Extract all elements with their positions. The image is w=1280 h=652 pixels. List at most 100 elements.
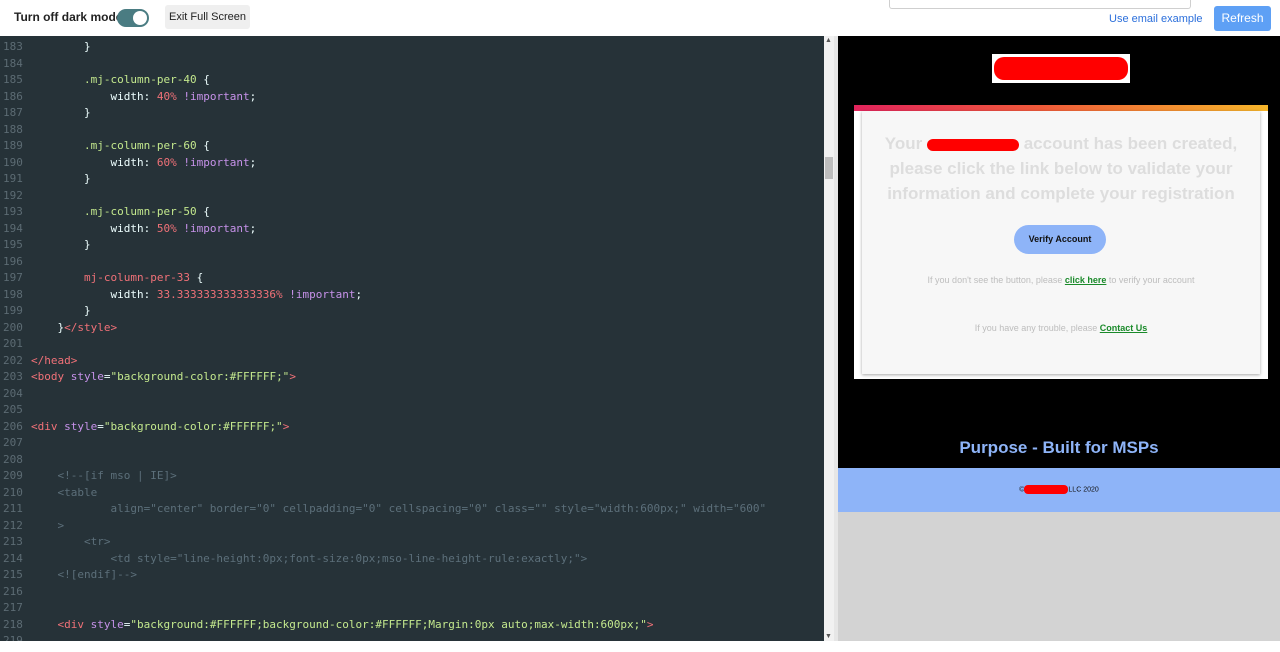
line-number: 184 [3,56,23,70]
code-token: { [203,73,210,86]
code-line[interactable]: 200 }</style> [0,320,117,336]
code-token: > [31,518,65,532]
line-number: 189 [3,139,23,152]
code-line[interactable]: 206 <div style="background-color:#FFFFFF;… [0,419,289,435]
exit-full-screen-button[interactable]: Exit Full Screen [165,5,250,29]
code-token: .mj-column-per-40 [31,73,204,86]
email-card: Your account has been created, please cl… [854,105,1268,379]
logo-redaction [994,57,1128,80]
code-token: <div [31,419,65,433]
code-line[interactable]: 191 } [0,171,91,187]
code-line[interactable]: 198 width: 33.333333333333336% !importan… [0,287,362,303]
code-line[interactable]: 190 width: 60% !important; [0,155,256,171]
code-token: = [103,370,111,383]
code-token: 40% [156,89,177,103]
contact-us-link[interactable]: Contact Us [1100,323,1148,333]
code-line[interactable]: 208 [0,452,31,468]
help2-pre: If you have any trouble, please [974,323,1100,333]
toggle-knob [133,11,147,25]
preview-header-area: Your account has been created, please cl… [838,36,1280,468]
code-token: { [203,139,210,152]
scroll-thumb[interactable] [825,157,833,179]
line-number: 185 [3,73,23,86]
editor-scrollbar[interactable]: ▲ ▼ [824,36,834,641]
code-token: width: [31,89,157,103]
use-email-example-link[interactable]: Use email example [1109,13,1203,25]
code-line[interactable]: 184 [0,56,31,72]
code-token: "background-color:#FFFFFF;" [110,370,290,383]
code-token: 33.333333333333336% [156,287,283,301]
code-line[interactable]: 216 [0,584,31,600]
line-number: 194 [3,221,23,235]
dark-mode-label: Turn off dark mode [14,10,123,24]
code-token: ; [249,89,257,103]
code-line[interactable]: 199 } [0,303,91,319]
code-token: !important [176,155,250,169]
code-line[interactable]: 183 } [0,39,91,55]
line-number: 193 [3,205,23,218]
code-line[interactable]: 215 <![endif]--> [0,567,137,583]
code-line[interactable]: 192 [0,188,31,204]
line-number: 218 [3,617,23,631]
code-line[interactable]: 202 </head> [0,353,77,369]
code-line[interactable]: 203 <body style="background-color:#FFFFFF… [0,369,296,385]
code-line[interactable]: 196 [0,254,31,270]
scroll-down-arrow-icon[interactable]: ▼ [825,633,832,640]
help1-pre: If you don't see the button, please [927,275,1065,285]
card-body: Your account has been created, please cl… [862,111,1260,374]
code-line[interactable]: 219 [0,633,31,641]
refresh-button[interactable]: Refresh [1214,6,1271,31]
code-line[interactable]: 185 .mj-column-per-40 { [0,72,210,88]
email-input[interactable] [889,0,1191,9]
verify-account-button[interactable]: Verify Account [1014,225,1106,254]
code-line[interactable]: 188 [0,122,31,138]
code-line[interactable]: 214 <td style="line-height:0px;font-size… [0,551,587,567]
scroll-up-arrow-icon[interactable]: ▲ [825,37,832,44]
code-line[interactable]: 211 align="center" border="0" cellpaddin… [0,501,766,517]
line-number: 195 [3,238,23,251]
code-token: style [70,370,104,383]
code-line[interactable]: 217 [0,600,31,616]
code-token: <![endif]--> [31,568,137,581]
tagline: Purpose - Built for MSPs [959,438,1159,457]
code-token: { [196,271,204,284]
code-line[interactable]: 213 <tr> [0,534,110,550]
line-number: 191 [3,172,23,185]
email-preview: Your account has been created, please cl… [838,36,1280,641]
footer-copyright: © LLC 2020 [838,485,1280,494]
code-line[interactable]: 212 > [0,518,64,534]
line-number: 216 [3,584,23,598]
code-line[interactable]: 204 [0,386,31,402]
code-line[interactable]: 218 <div style="background:#FFFFFF;backg… [0,617,654,633]
code-line[interactable]: 195 } [0,237,91,253]
line-number: 190 [3,155,23,169]
code-token: style [90,617,124,631]
code-token: ; [355,287,363,301]
code-line[interactable]: 197 mj-column-per-33 { [0,270,203,286]
dark-mode-toggle[interactable] [117,9,149,27]
code-token: width: [31,287,157,301]
code-line[interactable]: 210 <table [0,485,97,501]
code-line[interactable]: 209 <!--[if mso | IE]> [0,468,177,484]
company-name-redaction [926,138,1019,151]
code-line[interactable]: 186 width: 40% !important; [0,89,256,105]
click-here-link[interactable]: click here [1065,275,1107,285]
headline-part1: Your [884,134,923,153]
code-line[interactable]: 193 .mj-column-per-50 { [0,204,210,220]
code-line[interactable]: 189 .mj-column-per-60 { [0,138,210,154]
line-number: 188 [3,122,23,136]
code-token: .mj-column-per-50 [31,205,204,218]
code-line[interactable]: 207 [0,435,31,451]
code-line[interactable]: 205 [0,402,31,418]
top-toolbar: Turn off dark mode Exit Full Screen Use … [0,0,1280,36]
line-number: 183 [3,40,23,53]
code-line[interactable]: 201 [0,336,31,352]
code-line[interactable]: 194 width: 50% !important; [0,221,256,237]
code-line[interactable]: 187 } [0,105,91,121]
line-number: 206 [3,419,23,433]
code-token: ; [249,221,257,235]
line-number: 208 [3,452,23,466]
code-editor[interactable]: 183 } 184 185 .mj-column-per-40 {186 width… [0,36,824,641]
line-number: 198 [3,287,23,301]
code-token: <table [31,485,98,499]
